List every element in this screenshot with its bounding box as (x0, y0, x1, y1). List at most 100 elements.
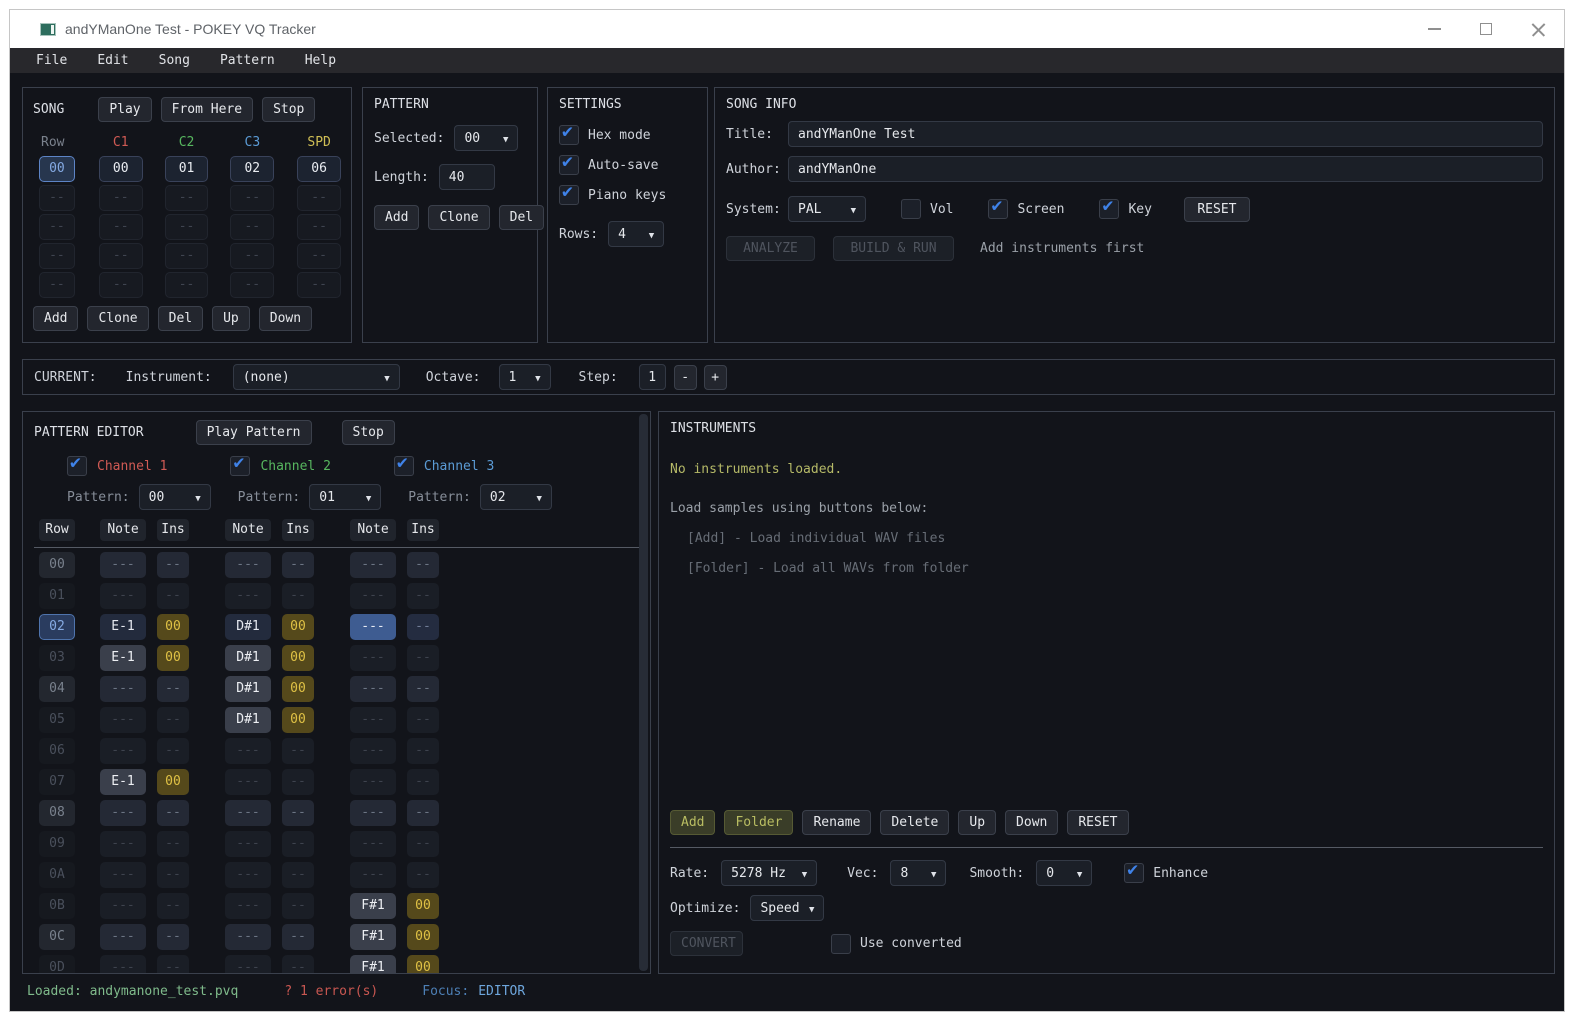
song-row-number[interactable]: -- (39, 272, 75, 298)
auto-save-checkbox[interactable] (559, 151, 579, 175)
pattern-row-number[interactable]: 07 (39, 769, 75, 795)
song-row-number[interactable]: -- (39, 243, 75, 269)
pattern-row-number[interactable]: 01 (39, 583, 75, 609)
song-order-cell[interactable]: 01 (164, 156, 209, 182)
pattern-ins-cell[interactable]: -- (282, 893, 314, 919)
instrument-up-button[interactable]: Up (958, 810, 997, 835)
pattern-note-cell[interactable]: --- (350, 800, 396, 826)
pattern-row-number[interactable]: 0D (39, 955, 75, 973)
song-order-cell[interactable]: -- (230, 243, 275, 269)
song-order-cell[interactable]: 02 (230, 156, 275, 182)
pattern-note-cell[interactable]: D#1 (225, 645, 271, 671)
smooth-dropdown[interactable]: 0 (1036, 860, 1093, 886)
analyze-button[interactable]: ANALYZE (726, 236, 815, 261)
pattern-note-cell[interactable]: --- (225, 738, 271, 764)
channel2-checkbox[interactable] (230, 452, 251, 476)
pattern-note-cell[interactable]: --- (100, 676, 146, 702)
reset-button[interactable]: RESET (1183, 196, 1250, 222)
pattern-ins-cell[interactable]: -- (157, 893, 189, 919)
menu-edit[interactable]: Edit (97, 53, 128, 68)
song-row-number[interactable]: -- (39, 214, 75, 240)
menu-song[interactable]: Song (159, 53, 190, 68)
pattern-clone-button[interactable]: Clone (428, 205, 490, 230)
channel3-checkbox[interactable] (393, 452, 414, 476)
maximize-button[interactable] (1460, 10, 1512, 48)
pattern-note-cell[interactable]: --- (350, 676, 396, 702)
close-button[interactable] (1512, 10, 1564, 48)
song-order-cell[interactable]: -- (164, 243, 209, 269)
song-order-cell[interactable]: -- (297, 185, 342, 211)
pattern-ins-cell[interactable]: 00 (282, 614, 314, 640)
pattern-row-number[interactable]: 08 (39, 800, 75, 826)
pattern-ins-cell[interactable]: 00 (407, 893, 439, 919)
pattern-note-cell[interactable]: --- (225, 583, 271, 609)
pattern-ins-cell[interactable]: -- (407, 583, 439, 609)
play-pattern-button[interactable]: Play Pattern (195, 420, 312, 445)
pattern-scrollbar[interactable] (639, 414, 648, 971)
pattern3-dropdown[interactable]: 02 (479, 484, 552, 510)
pattern-ins-cell[interactable]: -- (282, 769, 314, 795)
pattern-row-number[interactable]: 0A (39, 862, 75, 888)
pattern1-dropdown[interactable]: 00 (138, 484, 211, 510)
instrument-rename-button[interactable]: Rename (802, 810, 872, 835)
song-order-cell[interactable]: -- (164, 214, 209, 240)
pattern-note-cell[interactable]: --- (225, 862, 271, 888)
pattern-note-cell[interactable]: --- (100, 924, 146, 950)
pattern-ins-cell[interactable]: -- (407, 831, 439, 857)
song-order-cell[interactable]: -- (164, 185, 209, 211)
pattern-ins-cell[interactable]: -- (282, 738, 314, 764)
pattern-note-cell[interactable]: --- (350, 583, 396, 609)
title-input[interactable]: andYManOne Test (788, 121, 1543, 147)
instrument-reset-button[interactable]: RESET (1067, 810, 1129, 835)
song-order-cell[interactable]: -- (98, 214, 143, 240)
song-order-cell[interactable]: 06 (297, 156, 342, 182)
enhance-checkbox[interactable] (1124, 859, 1145, 883)
rate-dropdown[interactable]: 5278 Hz (721, 860, 818, 886)
pattern-ins-cell[interactable]: 00 (282, 676, 314, 702)
minimize-button[interactable] (1408, 10, 1460, 48)
pattern-note-cell[interactable]: --- (225, 552, 271, 578)
step-input[interactable]: 1 (638, 364, 666, 390)
pattern-ins-cell[interactable]: -- (407, 614, 439, 640)
pattern-row-number[interactable]: 06 (39, 738, 75, 764)
pattern-note-cell[interactable]: --- (350, 707, 396, 733)
pattern-ins-cell[interactable]: -- (407, 738, 439, 764)
pattern-note-cell[interactable]: --- (225, 955, 271, 973)
pattern-note-cell[interactable]: --- (350, 738, 396, 764)
song-order-cell[interactable]: -- (98, 243, 143, 269)
channel1-checkbox[interactable] (67, 452, 87, 476)
pattern-ins-cell[interactable]: -- (407, 707, 439, 733)
pattern-row-number[interactable]: 03 (39, 645, 75, 671)
pattern-ins-cell[interactable]: 00 (282, 707, 314, 733)
pattern-ins-cell[interactable]: -- (282, 583, 314, 609)
song-row-number[interactable]: -- (39, 185, 75, 211)
use-converted-checkbox[interactable] (831, 933, 851, 954)
pattern-note-cell[interactable]: --- (100, 831, 146, 857)
song-stop-button[interactable]: Stop (262, 97, 316, 122)
instrument-folder-button[interactable]: Folder (724, 810, 794, 835)
pattern-ins-cell[interactable]: -- (407, 645, 439, 671)
song-order-cell[interactable]: -- (230, 185, 275, 211)
pattern-note-cell[interactable]: E-1 (100, 645, 146, 671)
pattern-note-cell[interactable]: F#1 (350, 955, 396, 973)
vol-checkbox[interactable] (901, 199, 921, 219)
pattern-ins-cell[interactable]: -- (157, 955, 189, 973)
menu-pattern[interactable]: Pattern (220, 53, 275, 68)
pattern-note-cell[interactable]: E-1 (100, 614, 146, 640)
pattern-note-cell[interactable]: --- (225, 769, 271, 795)
pattern-note-cell[interactable]: D#1 (225, 676, 271, 702)
screen-checkbox[interactable] (988, 195, 1009, 219)
menu-file[interactable]: File (36, 53, 67, 68)
pattern-note-cell[interactable]: --- (225, 893, 271, 919)
pattern-note-cell[interactable]: --- (350, 862, 396, 888)
pattern2-dropdown[interactable]: 01 (309, 484, 382, 510)
instrument-dropdown[interactable]: (none) (232, 364, 400, 390)
pattern-selected-dropdown[interactable]: 00 (454, 125, 519, 151)
instrument-down-button[interactable]: Down (1005, 810, 1059, 835)
hex-mode-checkbox[interactable] (559, 121, 579, 145)
pattern-row-number[interactable]: 0B (39, 893, 75, 919)
pattern-note-cell[interactable]: --- (100, 552, 146, 578)
pattern-row-number[interactable]: 00 (39, 552, 75, 578)
vec-dropdown[interactable]: 8 (890, 860, 947, 886)
pattern-note-cell[interactable]: --- (350, 614, 396, 640)
